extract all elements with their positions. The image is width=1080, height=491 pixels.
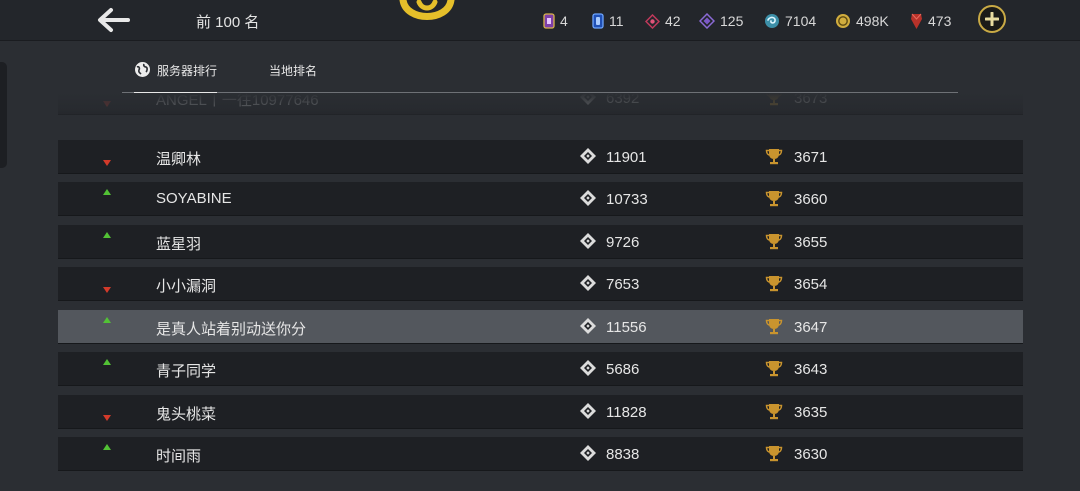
- currency-value: 125: [720, 13, 744, 29]
- red-gem-icon: [911, 13, 922, 29]
- rank-points-value: 6392: [606, 93, 640, 107]
- currency-value: 42: [665, 13, 681, 29]
- tab-label: 服务器排行: [157, 64, 218, 78]
- gold-coin-icon: [836, 14, 850, 28]
- rank-points-value: 11828: [606, 404, 647, 421]
- currency-value: 4: [560, 13, 568, 29]
- currency-value: 498K: [856, 13, 889, 29]
- trophy-icon: [765, 148, 783, 165]
- rank-points-icon: [579, 444, 597, 462]
- trophy-icon: [765, 360, 783, 377]
- trophy-icon: [765, 190, 783, 207]
- leaderboard-row[interactable]: 鬼头桃菜 11828 3635: [58, 395, 1023, 429]
- trophy-count: 3630: [794, 446, 828, 463]
- currency-purple-card[interactable]: 4: [543, 11, 568, 31]
- back-button[interactable]: [94, 6, 132, 34]
- page-title: 前 100 名: [196, 14, 260, 31]
- ranking-tabs: 服务器排行 当地排名: [122, 56, 958, 94]
- trophy-icon: [765, 318, 783, 335]
- tab-server-ranking[interactable]: 服务器排行: [134, 62, 217, 94]
- tab-label: 当地排名: [269, 64, 318, 78]
- rank-points-icon: [579, 359, 597, 377]
- trophy-count: 3671: [794, 149, 828, 166]
- trophy-icon: [765, 445, 783, 462]
- leaderboard-row[interactable]: 小小漏洞 7653 3654: [58, 267, 1023, 301]
- player-name: 蓝星羽: [156, 236, 202, 253]
- trophy-count: 3660: [794, 191, 828, 208]
- currency-value: 7104: [785, 13, 817, 29]
- trend-down-icon: [103, 160, 111, 166]
- trophy-icon: [765, 233, 783, 250]
- player-name: 时间雨: [156, 448, 202, 465]
- rank-points-icon: [579, 317, 597, 335]
- player-name: 是真人站着别动送你分: [156, 321, 307, 338]
- currency-purple-diamond[interactable]: 125: [699, 11, 743, 31]
- rank-points-value: 5686: [606, 361, 640, 378]
- currency-gold-coin[interactable]: 498K: [835, 11, 889, 31]
- trophy-icon: [765, 93, 783, 106]
- trophy-count: 3654: [794, 276, 828, 293]
- swirl-orb-icon: [765, 14, 779, 28]
- leaderboard-row[interactable]: 时间雨 8838 3630: [58, 437, 1023, 471]
- currency-value: 473: [928, 13, 952, 29]
- trend-down-icon: [103, 101, 111, 107]
- blue-card-icon: [592, 13, 604, 29]
- currency-value: 11: [609, 13, 624, 29]
- purple-diamond-icon: [699, 13, 715, 29]
- trend-up-icon: [103, 189, 111, 195]
- rank-emblem-icon[interactable]: [398, 0, 456, 28]
- leaderboard-list[interactable]: ANGEL丨一往10977646 6392 3673 温卿林 11901 3671 SOYA…: [58, 93, 1023, 491]
- plus-icon: [985, 12, 999, 26]
- rank-points-icon: [579, 274, 597, 292]
- rank-points-value: 11556: [606, 319, 647, 336]
- rank-points-value: 8838: [606, 446, 640, 463]
- trophy-count: 3647: [794, 319, 828, 336]
- leaderboard-row[interactable]: ANGEL丨一往10977646 6392 3673: [58, 93, 1023, 115]
- add-currency-button[interactable]: [978, 5, 1006, 33]
- purple-card-icon: [543, 13, 555, 29]
- leaderboard-row[interactable]: 是真人站着别动送你分 11556 3647: [58, 310, 1023, 344]
- player-name: 青子同学: [156, 363, 217, 380]
- trend-down-icon: [103, 415, 111, 421]
- trend-down-icon: [103, 287, 111, 293]
- currency-red-diamond[interactable]: 42: [645, 11, 681, 31]
- trophy-count: 3655: [794, 234, 828, 251]
- rank-points-icon: [579, 93, 597, 106]
- currency-red-gem[interactable]: 473: [910, 11, 951, 31]
- side-panel-handle[interactable]: [0, 62, 7, 168]
- currency-swirl-orb[interactable]: 7104: [764, 11, 816, 31]
- trophy-icon: [765, 403, 783, 420]
- trophy-count: 3635: [794, 404, 828, 421]
- trend-up-icon: [103, 232, 111, 238]
- rank-points-icon: [579, 147, 597, 165]
- red-diamond-icon: [645, 13, 660, 29]
- trophy-count: 3673: [794, 93, 828, 107]
- leaderboard-row[interactable]: 温卿林 11901 3671: [58, 140, 1023, 174]
- player-name: ANGEL丨一往10977646: [156, 93, 319, 109]
- rank-points-icon: [579, 402, 597, 420]
- trophy-icon: [765, 275, 783, 292]
- rank-points-value: 10733: [606, 191, 648, 208]
- leaderboard-row[interactable]: SOYABINE 10733 3660: [58, 182, 1023, 216]
- trend-up-icon: [103, 359, 111, 365]
- currency-blue-card[interactable]: 11: [592, 11, 624, 31]
- rank-points-value: 7653: [606, 276, 640, 293]
- top-bar: 前 100 名 4 11 42 125 7104 498K 473: [0, 0, 1080, 41]
- trend-up-icon: [103, 444, 111, 450]
- leaderboard-row[interactable]: 青子同学 5686 3643: [58, 352, 1023, 386]
- trophy-count: 3643: [794, 361, 828, 378]
- rank-points-value: 9726: [606, 234, 640, 251]
- rank-points-value: 11901: [606, 149, 647, 166]
- globe-icon: [135, 62, 150, 77]
- rank-points-icon: [579, 232, 597, 250]
- back-arrow-icon: [98, 8, 130, 32]
- rank-points-icon: [579, 189, 597, 207]
- tab-local-ranking[interactable]: 当地排名: [269, 62, 317, 92]
- trend-up-icon: [103, 317, 111, 323]
- player-name: SOYABINE: [156, 190, 232, 207]
- leaderboard-row[interactable]: 蓝星羽 9726 3655: [58, 225, 1023, 259]
- player-name: 温卿林: [156, 151, 202, 168]
- player-name: 小小漏洞: [156, 278, 217, 295]
- player-name: 鬼头桃菜: [156, 406, 217, 423]
